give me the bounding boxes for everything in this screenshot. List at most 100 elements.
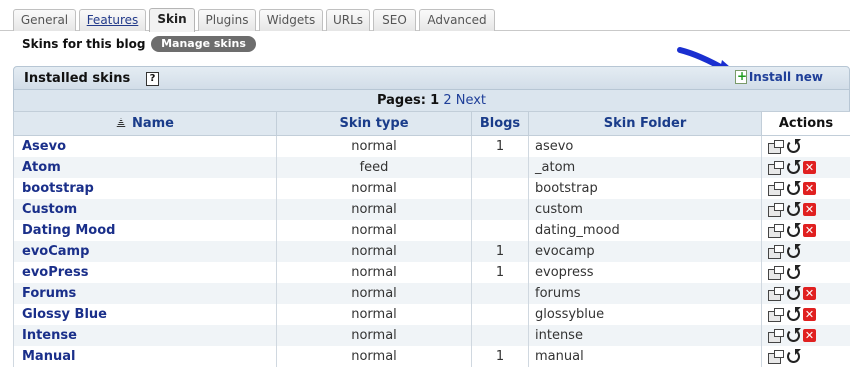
- skin-name-link[interactable]: Forums: [13, 282, 277, 304]
- properties-icon[interactable]: [768, 160, 784, 175]
- tab-advanced[interactable]: Advanced: [419, 9, 495, 31]
- skin-name-link[interactable]: bootstrap: [13, 177, 277, 199]
- properties-icon[interactable]: [768, 328, 784, 343]
- properties-icon[interactable]: [768, 286, 784, 301]
- skin-type-cell: feed: [276, 156, 472, 178]
- actions-cell: [761, 345, 850, 367]
- tab-label: Features: [86, 13, 139, 27]
- skin-folder-cell: bootstrap: [528, 177, 762, 199]
- reload-icon[interactable]: [787, 306, 801, 321]
- skin-folder-cell: forums: [528, 282, 762, 304]
- reload-icon[interactable]: [787, 222, 801, 237]
- delete-icon[interactable]: ✕: [803, 160, 816, 174]
- header-label: Name: [131, 116, 174, 131]
- delete-icon[interactable]: ✕: [803, 202, 816, 216]
- actions-cell: ✕: [761, 282, 850, 304]
- skin-name-link[interactable]: Manual: [13, 345, 277, 367]
- actions-cell: ✕: [761, 198, 850, 220]
- table-row: Manual normal 1 manual: [13, 345, 850, 367]
- reload-icon[interactable]: [787, 138, 801, 153]
- tab-features[interactable]: Features: [79, 9, 146, 31]
- tab-seo[interactable]: SEO: [373, 9, 416, 31]
- table-row: Forums normal forums ✕: [13, 282, 850, 304]
- delete-icon[interactable]: ✕: [803, 307, 816, 321]
- skin-name-link[interactable]: Asevo: [13, 135, 277, 157]
- column-header-skin-type[interactable]: Skin type: [276, 111, 472, 136]
- skin-name-link[interactable]: evoCamp: [13, 240, 277, 262]
- reload-icon[interactable]: [787, 348, 801, 363]
- properties-icon[interactable]: [768, 349, 784, 364]
- skin-name-link[interactable]: evoPress: [13, 261, 277, 283]
- tab-skin[interactable]: Skin: [149, 8, 195, 32]
- tab-widgets[interactable]: Widgets: [259, 9, 323, 31]
- reload-icon[interactable]: [787, 243, 801, 258]
- properties-icon[interactable]: [768, 244, 784, 259]
- table-row: Asevo normal 1 asevo: [13, 135, 850, 157]
- delete-icon[interactable]: ✕: [803, 286, 816, 300]
- table-row: Glossy Blue normal glossyblue ✕: [13, 303, 850, 325]
- properties-icon[interactable]: [768, 181, 784, 196]
- blogs-count-cell: [471, 177, 529, 199]
- properties-icon[interactable]: [768, 139, 784, 154]
- column-header-actions: Actions: [761, 111, 850, 136]
- skin-name-link[interactable]: Custom: [13, 198, 277, 220]
- reload-icon[interactable]: [787, 180, 801, 195]
- actions-cell: ✕: [761, 156, 850, 178]
- skin-type-cell: normal: [276, 198, 472, 220]
- skin-name-link[interactable]: Intense: [13, 324, 277, 346]
- skin-type-cell: normal: [276, 177, 472, 199]
- page-2-link[interactable]: 2: [443, 93, 451, 108]
- skin-name-link[interactable]: Atom: [13, 156, 277, 178]
- properties-icon[interactable]: [768, 265, 784, 280]
- column-header-name[interactable]: Name: [13, 111, 277, 136]
- tab-urls[interactable]: URLs: [326, 9, 370, 31]
- pages-label: Pages:: [376, 93, 426, 108]
- skin-type-cell: normal: [276, 345, 472, 367]
- table-row: Custom normal custom ✕: [13, 198, 850, 220]
- delete-icon[interactable]: ✕: [803, 328, 816, 342]
- delete-icon[interactable]: ✕: [803, 181, 816, 195]
- skin-type-cell: normal: [276, 282, 472, 304]
- delete-icon[interactable]: ✕: [803, 223, 816, 237]
- subnav-skins-for-blog[interactable]: Skins for this blog: [22, 37, 145, 51]
- tab-label: Widgets: [266, 13, 316, 27]
- next-page-link[interactable]: Next: [456, 93, 486, 108]
- add-file-icon[interactable]: [735, 69, 747, 84]
- reload-icon[interactable]: [787, 327, 801, 342]
- tab-plugins[interactable]: Plugins: [198, 9, 256, 31]
- help-icon[interactable]: ?: [146, 72, 159, 86]
- reload-icon[interactable]: [787, 285, 801, 300]
- properties-icon[interactable]: [768, 307, 784, 322]
- install-new-link[interactable]: Install new: [749, 70, 823, 84]
- blogs-count-cell: [471, 303, 529, 325]
- reload-icon[interactable]: [787, 201, 801, 216]
- tab-label: Skin: [157, 12, 187, 26]
- tab-label: SEO: [382, 13, 407, 27]
- blogs-count-cell: 1: [471, 261, 529, 283]
- skin-folder-cell: evocamp: [528, 240, 762, 262]
- installed-skins-panel-header: Installed skins ? Install new: [13, 66, 850, 90]
- skin-folder-cell: evopress: [528, 261, 762, 283]
- skin-folder-cell: dating_mood: [528, 219, 762, 241]
- table-header-row: Name Skin type Blogs Skin Folder Actions: [13, 111, 850, 136]
- table-row: evoPress normal 1 evopress: [13, 261, 850, 283]
- reload-icon[interactable]: [787, 159, 801, 174]
- tab-label: URLs: [332, 13, 364, 27]
- skin-type-cell: normal: [276, 261, 472, 283]
- skin-folder-cell: intense: [528, 324, 762, 346]
- tab-bar: General Features Skin Plugins Widgets UR…: [0, 0, 850, 32]
- reload-icon[interactable]: [787, 264, 801, 279]
- properties-icon[interactable]: [768, 202, 784, 217]
- skin-folder-cell: custom: [528, 198, 762, 220]
- blogs-count-cell: [471, 282, 529, 304]
- tab-general[interactable]: General: [13, 9, 76, 31]
- blogs-count-cell: 1: [471, 345, 529, 367]
- manage-skins-button[interactable]: Manage skins: [151, 36, 256, 52]
- skin-type-cell: normal: [276, 135, 472, 157]
- column-header-skin-folder[interactable]: Skin Folder: [528, 111, 762, 136]
- skin-name-link[interactable]: Dating Mood: [13, 219, 277, 241]
- table-row: evoCamp normal 1 evocamp: [13, 240, 850, 262]
- column-header-blogs[interactable]: Blogs: [471, 111, 529, 136]
- skin-name-link[interactable]: Glossy Blue: [13, 303, 277, 325]
- properties-icon[interactable]: [768, 223, 784, 238]
